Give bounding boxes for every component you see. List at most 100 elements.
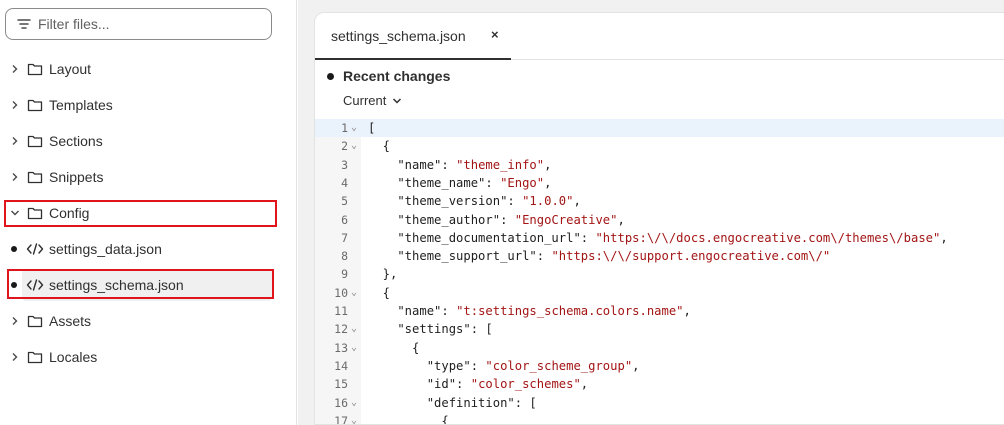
code-text: "theme_name": "Engo", (368, 175, 552, 190)
chevron-right-icon (9, 171, 21, 183)
code-text: }, (368, 267, 398, 282)
code-line[interactable]: 12 ⌄ "settings": [ (315, 320, 1004, 338)
code-line[interactable]: 8 "theme_support_url": "https:\/\/suppor… (315, 247, 1004, 265)
line-number: 9 (341, 267, 348, 282)
folder-label: Templates (49, 97, 113, 113)
folder-icon (27, 171, 43, 184)
folder-config[interactable]: Config (0, 195, 297, 231)
code-line[interactable]: 16 ⌄ "definition": [ (315, 394, 1004, 412)
code-line[interactable]: 1 ⌄ [ (315, 119, 1004, 138)
file-label: settings_schema.json (49, 277, 184, 293)
file-label: settings_data.json (49, 241, 162, 257)
code-text: "theme_support_url": "https:\/\/support.… (368, 249, 831, 264)
code-line[interactable]: 3 "name": "theme_info", (315, 156, 1004, 174)
file-sidebar: Layout Templates Sections Snippets Confi… (0, 0, 297, 425)
line-number: 13 (334, 340, 348, 355)
chevron-right-icon (9, 315, 21, 327)
recent-changes-section: Recent changes Current (315, 60, 1004, 118)
editor-panel: settings_schema.json × Recent changes Cu… (314, 12, 1004, 425)
line-number: 1 (341, 121, 348, 135)
code-text: "name": "theme_info", (368, 157, 552, 172)
code-line[interactable]: 11 "name": "t:settings_schema.colors.nam… (315, 302, 1004, 320)
line-number: 12 (334, 322, 348, 337)
folder-label: Layout (49, 61, 92, 77)
code-line[interactable]: 2 ⌄ { (315, 137, 1004, 155)
line-number: 6 (341, 212, 348, 227)
code-editor[interactable]: 1 ⌄[2 ⌄ {3 "name": "theme_info", 4 "theme_n… (315, 119, 1004, 425)
folder-templates[interactable]: Templates (0, 87, 297, 123)
folder-label: Locales (49, 349, 98, 365)
code-text: { (368, 340, 420, 355)
status-dot (327, 73, 334, 80)
folder-layout[interactable]: Layout (0, 51, 297, 87)
folder-label: Assets (49, 313, 92, 329)
folder-label: Snippets (49, 169, 104, 185)
close-icon[interactable]: × (491, 27, 499, 42)
code-line[interactable]: 9 }, (315, 265, 1004, 283)
tab-label: settings_schema.json (331, 28, 466, 44)
code-text: "theme_version": "1.0.0", (368, 194, 581, 209)
fold-chevron-icon[interactable]: ⌄ (351, 412, 357, 424)
chevron-right-icon (9, 99, 21, 111)
version-select[interactable]: Current (343, 93, 402, 108)
folder-locales[interactable]: Locales (0, 339, 297, 375)
modified-dot (11, 282, 17, 288)
code-text: { (368, 139, 391, 154)
code-line[interactable]: 10 ⌄ { (315, 284, 1004, 302)
line-number: 7 (341, 230, 348, 245)
folder-sections[interactable]: Sections (0, 123, 297, 159)
fold-chevron-icon[interactable]: ⌄ (351, 339, 357, 357)
folder-snippets[interactable]: Snippets (0, 159, 297, 195)
filter-icon (17, 19, 31, 29)
file-settings-data[interactable]: settings_data.json (0, 231, 297, 267)
code-line[interactable]: 7 "theme_documentation_url": "https:\/\/… (315, 229, 1004, 247)
chevron-right-icon (9, 63, 21, 75)
folder-icon (27, 207, 43, 220)
line-number: 14 (334, 358, 348, 373)
tab-settings-schema[interactable]: settings_schema.json × (315, 13, 511, 60)
line-number: 4 (341, 175, 348, 190)
code-text: "definition": [ (368, 395, 537, 410)
code-line[interactable]: 15 "id": "color_schemes", (315, 375, 1004, 393)
line-number: 15 (334, 377, 348, 392)
code-line[interactable]: 13 ⌄ { (315, 339, 1004, 357)
tab-bar: settings_schema.json × (315, 13, 1004, 60)
version-label: Current (343, 93, 387, 108)
folder-icon (27, 63, 43, 76)
line-number: 16 (334, 395, 348, 410)
fold-chevron-icon[interactable]: ⌄ (351, 119, 357, 137)
folder-icon (27, 351, 43, 364)
code-file-icon (26, 279, 44, 291)
code-line[interactable]: 6 "theme_author": "EngoCreative", (315, 211, 1004, 229)
line-number: 10 (334, 285, 348, 300)
code-line[interactable]: 14 "type": "color_scheme_group", (315, 357, 1004, 375)
code-text: { (368, 413, 449, 425)
chevron-down-icon (9, 207, 21, 219)
fold-chevron-icon[interactable]: ⌄ (351, 394, 357, 412)
code-text: "name": "t:settings_schema.colors.name", (368, 304, 691, 318)
line-number: 2 (341, 139, 348, 154)
filter-files-input[interactable] (38, 16, 258, 32)
fold-chevron-icon[interactable]: ⌄ (351, 137, 357, 155)
folder-icon (27, 99, 43, 112)
folder-icon (27, 135, 43, 148)
chevron-down-icon (393, 97, 402, 104)
code-file-icon (26, 243, 44, 255)
fold-chevron-icon[interactable]: ⌄ (351, 320, 357, 338)
recent-changes-title: Recent changes (343, 68, 451, 84)
chevron-right-icon (9, 351, 21, 363)
code-line[interactable]: 4 "theme_name": "Engo", (315, 174, 1004, 192)
code-text: "theme_documentation_url": "https:\/\/do… (368, 230, 948, 245)
filter-files-box[interactable] (5, 8, 272, 40)
file-settings-schema[interactable]: settings_schema.json (0, 267, 297, 303)
line-number: 17 (334, 413, 348, 425)
line-number: 11 (334, 304, 348, 318)
fold-chevron-icon[interactable]: ⌄ (351, 284, 357, 302)
line-number: 3 (341, 157, 348, 172)
code-text: [ (368, 121, 376, 135)
folder-label: Sections (49, 133, 103, 149)
folder-assets[interactable]: Assets (0, 303, 297, 339)
code-text: { (368, 285, 391, 300)
code-line[interactable]: 17 ⌄ { (315, 412, 1004, 425)
code-line[interactable]: 5 "theme_version": "1.0.0", (315, 192, 1004, 210)
